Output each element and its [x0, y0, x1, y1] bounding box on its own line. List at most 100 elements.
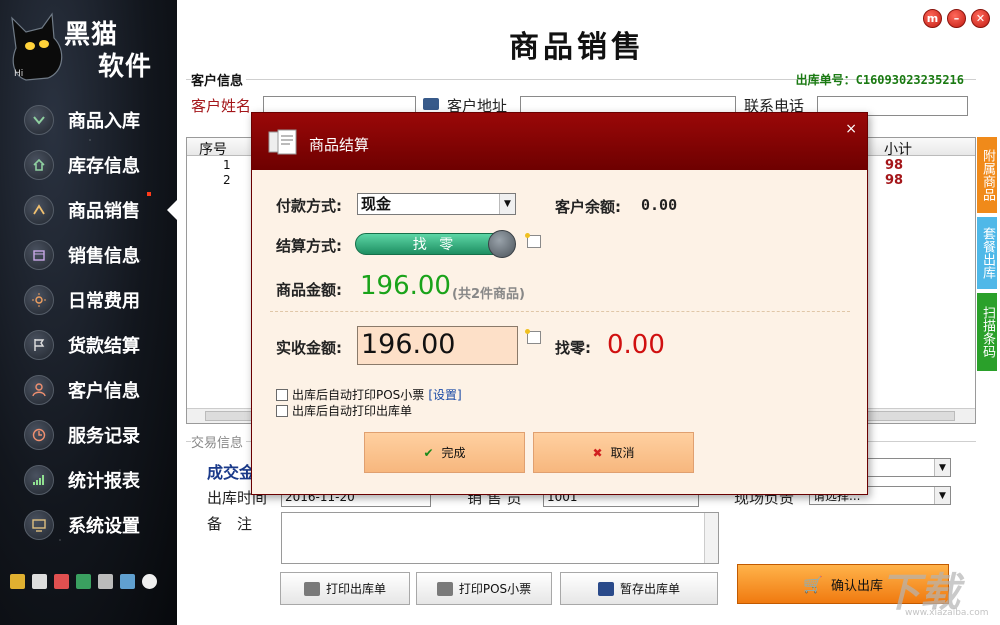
sidebar-item-label: 系统设置: [68, 515, 140, 537]
received-amount-label: 实收金额:: [276, 339, 342, 357]
cancel-label: 取消: [610, 446, 635, 460]
sidebar-item-customers[interactable]: 客户信息: [0, 367, 177, 412]
save-draft-label: 暂存出库单: [619, 582, 680, 596]
home-icon: [24, 149, 54, 180]
sidebar-item-settings[interactable]: 系统设置: [0, 502, 177, 547]
vertical-scrollbar[interactable]: [704, 513, 718, 563]
auto-print-pos-row: 出库后自动打印POS小票 [设置]: [276, 386, 462, 403]
done-label: 完成: [441, 446, 466, 460]
tab-accessory-goods[interactable]: 附属商品: [977, 137, 997, 213]
coins-icon[interactable]: [10, 574, 25, 589]
received-amount-input[interactable]: 196.00: [357, 326, 518, 365]
deal-amount-label: 成交金: [207, 463, 256, 482]
clock-icon: [24, 419, 54, 450]
dialog-title: 商品结算: [309, 136, 370, 154]
qq-icon[interactable]: [142, 574, 157, 589]
remarks-textarea[interactable]: [281, 512, 719, 564]
order-number: 出库单号：C16093023235216: [796, 71, 964, 88]
logo-text-line2: 软件: [98, 52, 153, 82]
sidebar-nav: 商品入库 库存信息 商品销售 销售信息 日常费用 货款结算 客户信息 服务记录 …: [0, 97, 177, 547]
cancel-button[interactable]: ✖ 取消: [533, 432, 694, 473]
new-badge: [147, 192, 151, 196]
sun-icon: [24, 284, 54, 315]
print-pos-button[interactable]: 打印POS小票: [416, 572, 552, 605]
sidebar-item-label: 客户信息: [68, 380, 140, 402]
check-icon: ✔: [423, 445, 434, 460]
close-button[interactable]: ✕: [971, 9, 990, 28]
deal-select[interactable]: ▼: [867, 458, 951, 477]
settle-method-value: 找 零: [412, 237, 458, 253]
sidebar-item-sales-info[interactable]: 销售信息: [0, 232, 177, 277]
address-book-icon[interactable]: [423, 98, 439, 110]
done-button[interactable]: ✔ 完成: [364, 432, 525, 473]
table-row-subtotal: 98: [885, 173, 904, 188]
settings-link[interactable]: [设置]: [428, 386, 461, 403]
settle-method-toggle[interactable]: 找 零: [355, 230, 516, 258]
auto-print-out-checkbox[interactable]: [276, 404, 288, 417]
pay-method-label: 付款方式:: [276, 197, 342, 215]
customer-section-label: 客户信息: [191, 70, 247, 89]
minimize-button[interactable]: –: [947, 9, 966, 28]
dialog-close-button[interactable]: ×: [845, 121, 857, 137]
side-tabs: 附属商品 套餐出库 扫描条码: [977, 137, 997, 375]
table-row-seq[interactable]: 1: [223, 158, 231, 172]
export-icon[interactable]: [120, 574, 135, 589]
new-item-icon[interactable]: [525, 329, 541, 344]
table-row-subtotal: 98: [885, 158, 904, 173]
customer-name-label: 客户姓名: [191, 97, 252, 115]
col-subtotal-header: 小计: [884, 142, 912, 158]
sidebar-item-label: 销售信息: [68, 245, 140, 267]
change-label: 找零:: [555, 339, 591, 357]
pay-method-value: 现金: [361, 195, 392, 213]
auto-print-pos-checkbox[interactable]: [276, 388, 288, 401]
pay-method-select[interactable]: 现金 ▼: [357, 193, 516, 215]
new-item-icon[interactable]: [525, 233, 541, 248]
trade-section-label: 交易信息: [191, 432, 247, 451]
sidebar-item-stock-in[interactable]: 商品入库: [0, 97, 177, 142]
goods-amount-value: 196.00: [360, 271, 451, 301]
menu-button[interactable]: m: [923, 9, 942, 28]
user-icon: [24, 374, 54, 405]
chart-icon[interactable]: [98, 574, 113, 589]
excel-icon[interactable]: [76, 574, 91, 589]
chevron-down-icon: [24, 104, 54, 135]
sidebar-item-expenses[interactable]: 日常费用: [0, 277, 177, 322]
sidebar-item-label: 货款结算: [68, 335, 140, 357]
bar-chart-icon: [24, 464, 54, 495]
quick-tray: [10, 574, 157, 589]
save-icon: [597, 581, 614, 596]
sidebar-item-inventory[interactable]: 库存信息: [0, 142, 177, 187]
watermark-url: www.xiazaiba.com: [905, 608, 989, 618]
page-title: 商品销售: [509, 30, 645, 65]
calendar-icon[interactable]: [54, 574, 69, 589]
sidebar-item-label: 商品入库: [68, 110, 140, 132]
sidebar: Hi 黑猫 软件 商品入库 库存信息 商品销售 销售信息 日常费用 货款结算 客…: [0, 0, 177, 625]
settle-method-label: 结算方式:: [276, 237, 342, 255]
goods-count-note: (共2件商品): [452, 287, 525, 302]
sidebar-item-settlement[interactable]: 货款结算: [0, 322, 177, 367]
monitor-icon: [24, 509, 54, 540]
remarks-label: 备 注: [207, 515, 253, 533]
balance-value: 0.00: [641, 196, 678, 214]
table-row-seq[interactable]: 2: [223, 173, 231, 187]
balance-label: 客户余额:: [555, 198, 621, 216]
auto-print-out-row: 出库后自动打印出库单: [276, 402, 412, 419]
printer-icon: [303, 581, 320, 596]
save-draft-button[interactable]: 暂存出库单: [560, 572, 718, 605]
document-icon[interactable]: [32, 574, 47, 589]
dialog-divider: [270, 311, 850, 312]
sidebar-item-reports[interactable]: 统计报表: [0, 457, 177, 502]
flag-icon: [24, 329, 54, 360]
cross-icon: ✖: [592, 445, 603, 460]
toggle-knob[interactable]: [488, 230, 516, 258]
auto-print-out-label: 出库后自动打印出库单: [292, 404, 413, 418]
cat-logo-icon: Hi: [11, 12, 63, 81]
cart-icon: 🛒: [803, 574, 823, 594]
print-outbound-button[interactable]: 打印出库单: [280, 572, 410, 605]
tab-package-out[interactable]: 套餐出库: [977, 217, 997, 289]
sidebar-item-service[interactable]: 服务记录: [0, 412, 177, 457]
sidebar-item-label: 服务记录: [68, 425, 140, 447]
tab-scan-barcode[interactable]: 扫描条码: [977, 293, 997, 371]
printer-icon: [436, 581, 453, 596]
sidebar-item-sales[interactable]: 商品销售: [0, 187, 177, 232]
